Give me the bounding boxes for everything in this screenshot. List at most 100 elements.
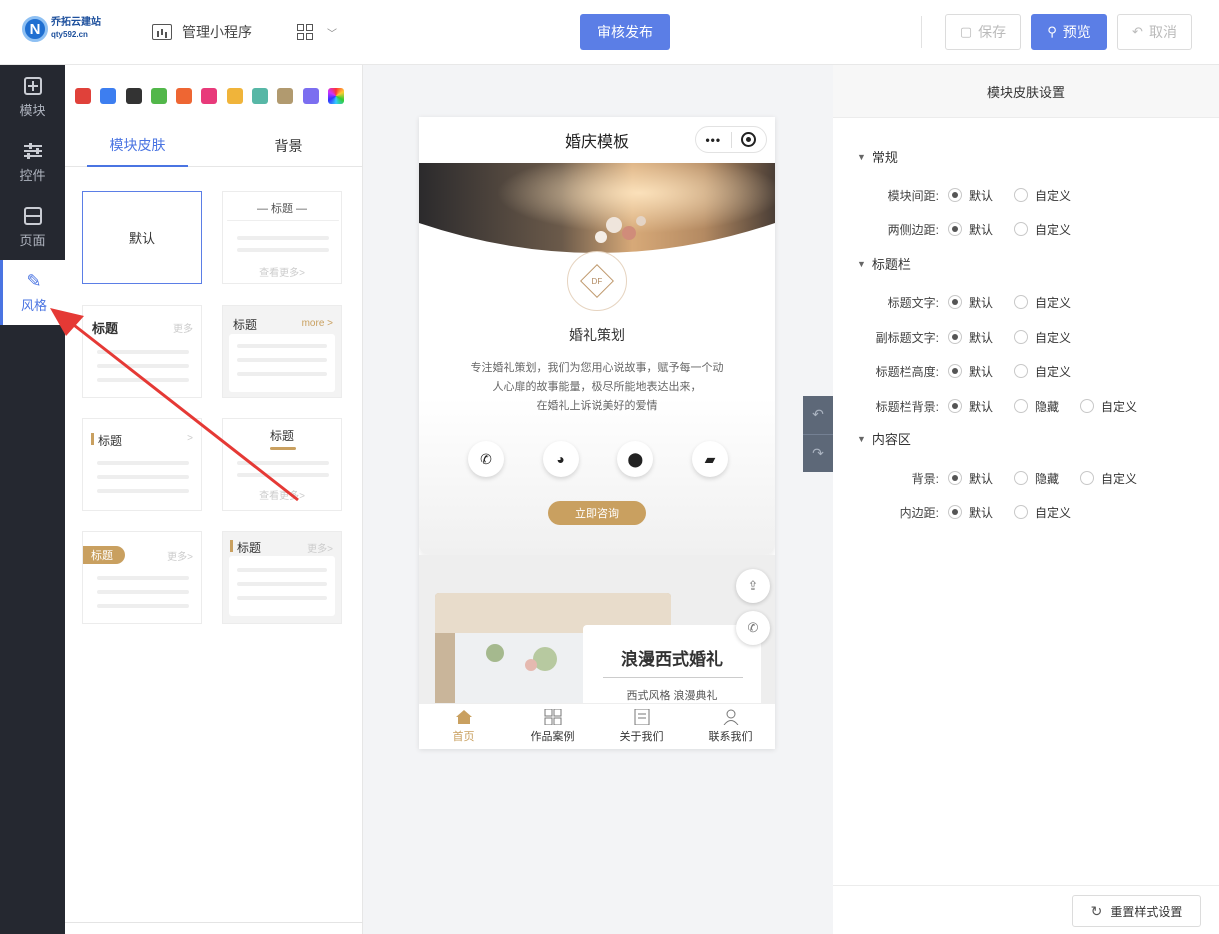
brand-description: 专注婚礼策划，我们为您用心说故事，赋予每一个动 人心扉的故事能量，极尽所能地表达…	[470, 362, 724, 412]
skin-card-tag[interactable]: 标题 更多>	[82, 531, 202, 624]
document-icon	[633, 708, 651, 726]
nav-item-module[interactable]: 模块	[0, 65, 65, 130]
skin-card-label: 默认	[128, 231, 155, 246]
section-general[interactable]: ▼ 常规	[857, 147, 898, 166]
radio-custom[interactable]: 自定义	[1014, 504, 1071, 521]
swatch-red[interactable]	[75, 88, 91, 104]
logo[interactable]: N 乔拓云建站 qty592.cn	[22, 16, 101, 42]
swatch-pink[interactable]	[201, 88, 218, 104]
radio-hide[interactable]: 隐藏	[1014, 398, 1059, 415]
manage-miniapp-label: 管理小程序	[182, 24, 252, 40]
swatch-orange[interactable]	[176, 88, 193, 104]
history-bar: ↶ ↷	[803, 396, 833, 472]
skin-card-card-more[interactable]: 标题 more >	[222, 305, 342, 398]
radio-default[interactable]: 默认	[948, 294, 993, 311]
miniapp-capsule[interactable]: •••	[695, 126, 767, 153]
swatch-green[interactable]	[150, 88, 167, 104]
nav-item-page[interactable]: 页面	[0, 195, 65, 260]
swatch-blue[interactable]	[100, 88, 117, 104]
radio-custom[interactable]: 自定义	[1080, 470, 1137, 487]
section-content[interactable]: ▼ 内容区	[857, 429, 911, 448]
section-title-bar[interactable]: ▼ 标题栏	[857, 254, 911, 273]
nav-item-label: 风格	[20, 297, 47, 313]
skin-card-title: 标题	[233, 318, 258, 332]
nav-item-style[interactable]: ✎ 风格	[0, 260, 65, 325]
skin-card-bar-left[interactable]: 标题 >	[82, 418, 202, 511]
skin-card-title: 标题	[83, 546, 125, 564]
nav-item-controls[interactable]: 控件	[0, 130, 65, 195]
swatch-black[interactable]	[125, 88, 142, 104]
wechat-icon[interactable]: ◕	[542, 441, 579, 477]
radio-default[interactable]: 默认	[948, 398, 993, 415]
editor-canvas: 婚庆模板 ••• DF 婚礼策划 专注婚礼策划，我们为您用心说故事，赋予每一个动…	[364, 65, 833, 934]
radio-default[interactable]: 默认	[948, 187, 993, 204]
tabbar-item-home[interactable]: 首页	[419, 704, 508, 749]
radio-default[interactable]: 默认	[948, 329, 993, 346]
setting-row: 内边距: 默认 自定义	[899, 504, 1072, 521]
style-panel: 模块皮肤 背景 默认 — 标题 — 查看更多> 标题 更多 标题 more > …	[65, 65, 363, 934]
sliders-icon	[23, 142, 42, 160]
phone-header: 婚庆模板 •••	[419, 117, 775, 163]
radio-hide[interactable]: 隐藏	[1014, 470, 1059, 487]
radio-custom[interactable]: 自定义	[1014, 294, 1071, 311]
swatch-custom-color[interactable]	[327, 88, 344, 104]
radio-custom[interactable]: 自定义	[1014, 329, 1071, 346]
radio-custom[interactable]: 自定义	[1014, 187, 1071, 204]
cancel-button[interactable]: ↶ 取消	[1117, 14, 1192, 50]
swatch-teal[interactable]	[252, 88, 269, 104]
settings-title: 模块皮肤设置	[833, 65, 1219, 118]
more-dots-icon: •••	[705, 132, 722, 147]
skin-card-centered[interactable]: — 标题 — 查看更多>	[222, 191, 342, 284]
phone-page-title: 婚庆模板	[564, 134, 629, 151]
radio-default[interactable]: 默认	[948, 363, 993, 380]
swatch-purple[interactable]	[302, 88, 319, 104]
reset-style-button[interactable]: ↻ 重置样式设置	[1072, 895, 1201, 927]
brand-module[interactable]: DF 婚礼策划 专注婚礼策划，我们为您用心说故事，赋予每一个动 人心扉的故事能量…	[419, 163, 775, 555]
redo-icon[interactable]: ↷	[803, 433, 833, 473]
tabbar-item-works[interactable]: 作品案例	[508, 704, 597, 749]
radio-default[interactable]: 默认	[948, 504, 993, 521]
radio-custom[interactable]: 自定义	[1080, 398, 1137, 415]
skin-card-title: 标题	[92, 321, 119, 336]
radio-custom[interactable]: 自定义	[1014, 221, 1071, 238]
brand-emblem: DF	[567, 251, 627, 311]
feature-title: 浪漫西式婚礼	[621, 650, 723, 669]
undo-icon: ↶	[1132, 24, 1143, 39]
setting-row: 标题栏背景: 默认 隐藏 自定义	[875, 398, 1138, 415]
tab-module-skin[interactable]: 模块皮肤	[87, 125, 188, 167]
feature-module[interactable]: 浪漫西式婚礼 西式风格 浪漫典礼	[419, 555, 775, 713]
share-icon[interactable]: ⇪	[736, 569, 770, 603]
skin-card-title: 标题	[237, 541, 262, 555]
phone-icon[interactable]: ✆	[468, 441, 504, 477]
grid-icon	[544, 708, 562, 726]
tab-background[interactable]: 背景	[238, 125, 339, 167]
radio-custom[interactable]: 自定义	[1014, 363, 1071, 380]
skin-card-more: 查看更多>	[259, 491, 305, 502]
consult-button[interactable]: 立即咨询	[548, 501, 646, 525]
radio-default[interactable]: 默认	[948, 221, 993, 238]
skin-card-underline[interactable]: 标题 查看更多>	[222, 418, 342, 511]
radio-default[interactable]: 默认	[948, 470, 993, 487]
phone-float-icon[interactable]: ✆	[736, 611, 770, 645]
skin-card-bold-left[interactable]: 标题 更多	[82, 305, 202, 398]
skin-card-default[interactable]: 默认	[82, 191, 202, 284]
logo-url: qty592.cn	[51, 30, 88, 39]
setting-row: 模块间距: 默认 自定义	[887, 187, 1072, 204]
tabbar-item-about[interactable]: 关于我们	[597, 704, 686, 749]
swatch-yellow[interactable]	[226, 88, 243, 104]
preview-button[interactable]: ⚲ 预览	[1031, 14, 1107, 50]
tabbar-item-contact[interactable]: 联系我们	[686, 704, 775, 749]
save-button[interactable]: ▢ 保存	[945, 14, 1021, 50]
caret-down-icon: ▼	[857, 258, 866, 269]
save-icon: ▢	[959, 24, 973, 39]
publish-button[interactable]: 审核发布	[580, 14, 670, 50]
location-icon[interactable]: ⬤	[617, 441, 654, 477]
manage-miniapp-button[interactable]: 管理小程序	[152, 22, 252, 42]
message-icon[interactable]: ▰	[691, 441, 728, 477]
skin-card-title: — 标题 —	[256, 203, 308, 215]
chevron-down-icon: ﹀	[327, 28, 337, 40]
swatch-khaki[interactable]	[277, 88, 294, 104]
qrcode-dropdown[interactable]: ﹀	[297, 24, 337, 40]
skin-card-grey-bar[interactable]: 标题 更多>	[222, 531, 342, 624]
undo-icon[interactable]: ↶	[803, 396, 833, 434]
